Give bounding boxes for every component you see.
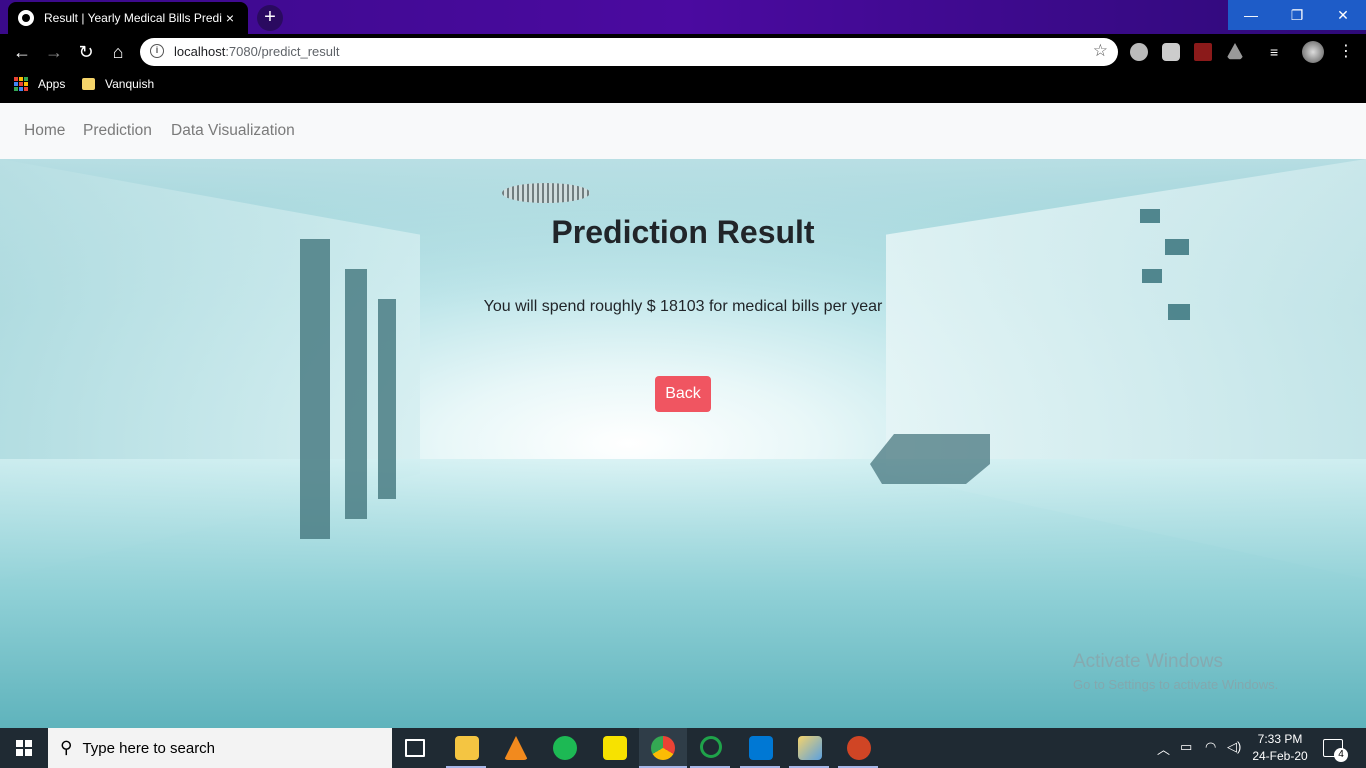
activate-windows-title: Activate Windows	[1073, 651, 1223, 672]
corridor-door	[300, 239, 330, 539]
site-navbar: Home Prediction Data Visualization	[0, 103, 1366, 159]
new-tab-button[interactable]: +	[257, 5, 283, 31]
browser-toolbar: ← → ↻ ⌂ i localhost:7080/predict_result …	[0, 34, 1366, 70]
minimize-button[interactable]: —	[1228, 0, 1274, 30]
task-view-icon[interactable]	[405, 739, 425, 757]
battery-icon[interactable]: ▭	[1180, 739, 1192, 755]
info-icon[interactable]: i	[150, 44, 164, 58]
hero-section: Prediction Result You will spend roughly…	[0, 159, 1366, 728]
page-title: Prediction Result	[551, 214, 815, 250]
vscode-icon[interactable]	[749, 736, 773, 760]
bookmark-vanquish[interactable]: Vanquish	[82, 77, 154, 91]
sticky-notes-icon[interactable]	[603, 736, 627, 760]
apps-grid-icon	[14, 77, 28, 91]
nav-link-prediction[interactable]: Prediction	[83, 122, 152, 140]
browser-tab[interactable]: Result | Yearly Medical Bills Predic ×	[8, 2, 248, 34]
vlc-icon[interactable]	[504, 736, 528, 760]
waiting-chairs	[870, 434, 990, 484]
extension-globe-icon[interactable]	[1130, 43, 1148, 61]
bookmarks-bar: Apps Vanquish	[0, 70, 1366, 103]
show-hidden-icons-chevron-icon[interactable]: ︿	[1157, 739, 1170, 758]
windows-logo-icon	[16, 740, 32, 756]
back-arrow-icon[interactable]: ←	[10, 40, 34, 64]
file-explorer-icon[interactable]	[455, 736, 479, 760]
address-bar[interactable]: i localhost:7080/predict_result ☆	[140, 38, 1118, 66]
extension-pdf-icon[interactable]	[1194, 43, 1212, 61]
nav-link-data-visualization[interactable]: Data Visualization	[171, 122, 295, 140]
activate-windows-subtitle: Go to Settings to activate Windows.	[1073, 677, 1279, 692]
notification-count-badge: 4	[1334, 748, 1348, 762]
corridor-door	[378, 299, 396, 499]
forward-arrow-icon[interactable]: →	[42, 40, 66, 64]
system-clock[interactable]: 7:33 PM 24-Feb-20	[1250, 731, 1310, 765]
media-control-icon[interactable]: ≡	[1270, 43, 1288, 61]
bookmark-apps[interactable]: Apps	[14, 77, 65, 91]
app-circle-icon[interactable]	[700, 736, 722, 758]
powerpoint-icon[interactable]	[847, 736, 871, 760]
search-placeholder: Type here to search	[82, 739, 216, 757]
start-button[interactable]	[0, 728, 48, 768]
search-icon: ⚲	[60, 738, 73, 757]
spotify-icon[interactable]	[553, 736, 577, 760]
profile-avatar[interactable]	[1302, 41, 1324, 63]
extension-chat-icon[interactable]	[1162, 43, 1180, 61]
back-button[interactable]: Back	[655, 376, 711, 412]
extension-drive-icon[interactable]	[1226, 43, 1244, 60]
clock-time: 7:33 PM	[1257, 732, 1303, 746]
close-tab-icon[interactable]: ×	[222, 10, 238, 26]
reload-icon[interactable]: ↻	[74, 40, 98, 64]
nav-link-home[interactable]: Home	[24, 122, 65, 140]
prediction-result-text: You will spend roughly $ 18103 for medic…	[483, 298, 883, 315]
bookmark-label: Apps	[38, 77, 66, 91]
clock-date: 24-Feb-20	[1252, 749, 1308, 763]
wall-panel	[1142, 269, 1162, 283]
paint-icon[interactable]	[798, 736, 822, 760]
bookmark-star-icon[interactable]: ☆	[1093, 41, 1108, 61]
browser-titlebar: Result | Yearly Medical Bills Predic × +…	[0, 0, 1366, 34]
tab-title: Result | Yearly Medical Bills Predic	[44, 11, 222, 25]
url-text[interactable]: localhost:7080/predict_result	[174, 44, 340, 59]
taskbar-search[interactable]: ⚲ Type here to search	[48, 728, 392, 768]
ceiling-vent	[502, 183, 590, 203]
bookmark-label: Vanquish	[105, 77, 155, 91]
menu-kebab-icon[interactable]: ⋮	[1338, 43, 1356, 61]
folder-icon	[82, 78, 95, 90]
wifi-icon[interactable]: ◠	[1205, 739, 1216, 755]
volume-icon[interactable]: ◁)	[1227, 739, 1241, 755]
restore-button[interactable]: ❐	[1274, 0, 1320, 30]
close-window-button[interactable]: ✕	[1320, 0, 1366, 30]
windows-taskbar: ⚲ Type here to search ︿ ▭ ◠ ◁) 7:33 PM 2…	[0, 728, 1366, 768]
home-icon[interactable]: ⌂	[106, 40, 130, 64]
chrome-icon[interactable]	[651, 736, 675, 760]
globe-icon	[18, 10, 34, 26]
